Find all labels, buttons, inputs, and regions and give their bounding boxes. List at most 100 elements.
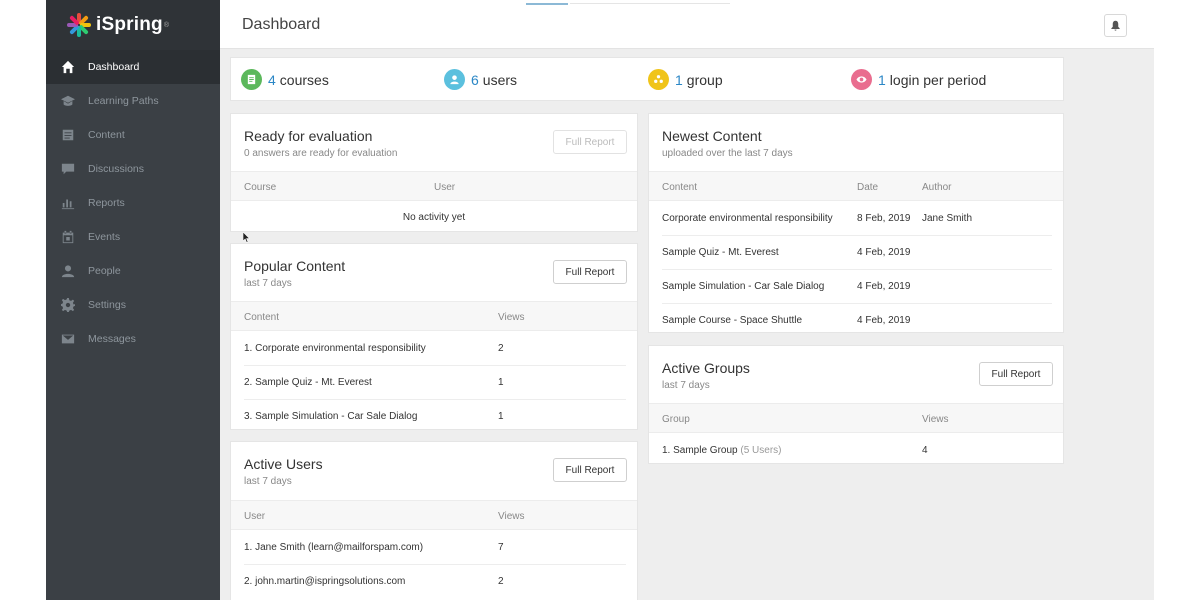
- calendar-icon: [60, 230, 75, 245]
- group-name: 1. Sample Group (5 Users): [662, 445, 782, 456]
- top-header: Dashboard: [220, 0, 1154, 49]
- column-header: Content: [662, 182, 698, 193]
- column-header: Views: [498, 511, 525, 522]
- table-header: User Views: [231, 500, 637, 530]
- views-count: 4: [922, 445, 928, 456]
- content-date: 4 Feb, 2019: [857, 281, 911, 292]
- table-row[interactable]: 1. Jane Smith (learn@mailforspam.com) 7: [231, 530, 637, 564]
- table-row[interactable]: 1. Corporate environmental responsibilit…: [231, 331, 637, 365]
- sidebar-item-dashboard[interactable]: Dashboard: [46, 50, 220, 84]
- column-header: User: [244, 511, 266, 522]
- sidebar-nav: Dashboard Learning Paths Content Discuss…: [46, 50, 220, 356]
- sidebar-item-label: Events: [88, 231, 121, 243]
- sidebar: iSpring ® Dashboard Learning Paths Conte…: [46, 0, 220, 600]
- group-user-count: (5 Users): [740, 445, 782, 456]
- table-row[interactable]: 2. john.martin@ispringsolutions.com 2: [231, 564, 637, 598]
- card-title: Active Groups: [662, 360, 750, 376]
- stat-logins[interactable]: 1 login per period: [851, 69, 986, 90]
- user-icon: [444, 69, 465, 90]
- full-report-button[interactable]: Full Report: [553, 260, 627, 284]
- full-report-button[interactable]: Full Report: [553, 130, 627, 154]
- sidebar-item-label: Reports: [88, 197, 125, 209]
- users-count: 6: [471, 71, 479, 88]
- card-title: Active Users: [244, 456, 323, 472]
- courses-count: 4: [268, 71, 276, 88]
- column-header: Course: [244, 182, 277, 193]
- logins-count: 1: [878, 71, 886, 88]
- table-row[interactable]: 2. Sample Quiz - Mt. Everest 1: [231, 365, 637, 399]
- table-header: Group Views: [649, 403, 1063, 433]
- content-name: Corporate environmental responsibility: [662, 213, 833, 224]
- logo-text: iSpring: [96, 14, 163, 35]
- sidebar-item-reports[interactable]: Reports: [46, 186, 220, 220]
- sidebar-item-content[interactable]: Content: [46, 118, 220, 152]
- stat-users[interactable]: 6 users: [444, 69, 517, 90]
- views-count: 2: [498, 576, 504, 587]
- courses-label: courses: [279, 71, 329, 88]
- sidebar-item-learning-paths[interactable]: Learning Paths: [46, 84, 220, 118]
- sidebar-item-label: Messages: [88, 333, 136, 345]
- table-header: Content Date Author: [649, 171, 1063, 201]
- content-name: 1. Corporate environmental responsibilit…: [244, 343, 426, 354]
- content-name: 2. Sample Quiz - Mt. Everest: [244, 377, 372, 388]
- card-subtitle: uploaded over the last 7 days: [662, 148, 793, 159]
- groups-count: 1: [675, 71, 683, 88]
- content-name: 3. Sample Simulation - Car Sale Dialog: [244, 411, 418, 422]
- sidebar-item-discussions[interactable]: Discussions: [46, 152, 220, 186]
- table-row[interactable]: Corporate environmental responsibility 8…: [649, 201, 1063, 235]
- content-icon: [60, 128, 75, 143]
- user-name: 1. Jane Smith (learn@mailforspam.com): [244, 542, 424, 553]
- column-header: Views: [922, 414, 949, 425]
- card-title: Ready for evaluation: [244, 128, 373, 144]
- full-report-button[interactable]: Full Report: [979, 362, 1053, 386]
- card-subtitle: last 7 days: [244, 476, 292, 487]
- gear-icon: [60, 298, 75, 313]
- stat-groups[interactable]: 1 group: [648, 69, 723, 90]
- notifications-button[interactable]: [1104, 14, 1127, 37]
- sidebar-item-label: People: [88, 265, 121, 277]
- graduation-cap-icon: [60, 94, 75, 109]
- card-subtitle: last 7 days: [662, 380, 710, 391]
- loading-indicator: [526, 3, 568, 5]
- sidebar-item-label: Dashboard: [88, 61, 140, 73]
- bell-icon: [1111, 20, 1120, 31]
- logo[interactable]: iSpring ®: [46, 0, 220, 50]
- column-header: User: [434, 182, 456, 193]
- sidebar-item-label: Content: [88, 129, 125, 141]
- table-row[interactable]: Sample Course - Space Shuttle 4 Feb, 201…: [649, 303, 1063, 332]
- logins-label: login per period: [889, 71, 987, 88]
- empty-state: No activity yet: [402, 212, 466, 223]
- table-row[interactable]: Sample Quiz - Mt. Everest 4 Feb, 2019: [649, 235, 1063, 269]
- content-author: Jane Smith: [922, 213, 973, 224]
- chat-icon: [60, 162, 75, 177]
- card-title: Newest Content: [662, 128, 762, 144]
- sidebar-item-settings[interactable]: Settings: [46, 288, 220, 322]
- group-icon: [648, 69, 669, 90]
- eye-icon: [851, 69, 872, 90]
- sidebar-item-messages[interactable]: Messages: [46, 322, 220, 356]
- content-date: 8 Feb, 2019: [857, 213, 911, 224]
- card-subtitle: last 7 days: [244, 278, 292, 289]
- table-header: Course User: [231, 171, 637, 201]
- full-report-button[interactable]: Full Report: [553, 458, 627, 482]
- sidebar-item-label: Discussions: [88, 163, 145, 175]
- column-header: Author: [922, 182, 952, 193]
- views-count: 7: [498, 542, 504, 553]
- bar-chart-icon: [60, 196, 75, 211]
- sidebar-item-people[interactable]: People: [46, 254, 220, 288]
- stat-courses[interactable]: 4 courses: [241, 69, 329, 90]
- page-title: Dashboard: [242, 16, 321, 33]
- newest-content-card: Newest Content uploaded over the last 7 …: [648, 113, 1064, 333]
- column-header: Group: [662, 414, 690, 425]
- table-row[interactable]: 3. Sample Simulation - Car Sale Dialog 1: [231, 399, 637, 429]
- table-row[interactable]: Sample Simulation - Car Sale Dialog 4 Fe…: [649, 269, 1063, 303]
- content-name: Sample Simulation - Car Sale Dialog: [662, 281, 825, 292]
- table-row[interactable]: 1. Sample Group (5 Users) 4: [649, 433, 1063, 463]
- views-count: 1: [498, 377, 504, 388]
- stats-bar: 4 courses 6 users 1 group 1 login per pe…: [230, 57, 1064, 101]
- active-groups-card: Active Groups last 7 days Full Report Gr…: [648, 345, 1064, 464]
- divider: [570, 3, 730, 4]
- sidebar-item-events[interactable]: Events: [46, 220, 220, 254]
- envelope-icon: [60, 332, 75, 347]
- person-icon: [60, 264, 75, 279]
